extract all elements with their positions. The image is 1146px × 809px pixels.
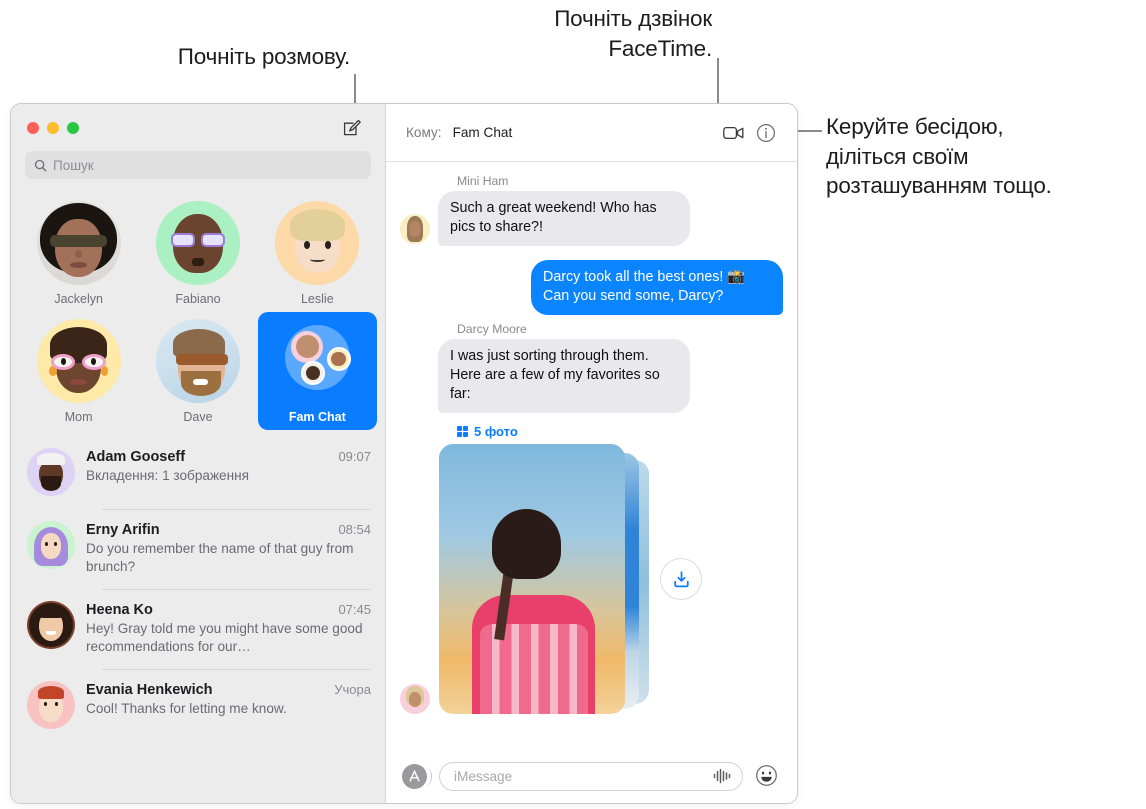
conversation-name: Adam Gooseff xyxy=(86,449,186,465)
search-icon xyxy=(34,159,47,171)
message-composer: iMessage xyxy=(386,749,797,803)
pinned-item-jackelyn[interactable]: Jackelyn xyxy=(19,194,138,312)
conversation-name: Erny Arifin xyxy=(86,522,160,538)
avatar-erny-arifin xyxy=(27,521,75,569)
pinned-label: Jackelyn xyxy=(54,292,103,306)
message-row-outgoing: Darcy took all the best ones! 📸 Can you … xyxy=(400,260,783,315)
conversation-row-evania-henkewich[interactable]: Evania Henkewich Учора Cool! Thanks for … xyxy=(11,669,385,742)
facetime-icon[interactable] xyxy=(721,120,747,146)
attachment-label: 5 фото xyxy=(474,424,518,439)
conversation-time: 07:45 xyxy=(338,602,371,618)
pinned-label: Dave xyxy=(183,410,213,424)
conversation-name: Evania Henkewich xyxy=(86,682,213,699)
conversation-time: 08:54 xyxy=(338,522,371,537)
pinned-item-dave[interactable]: Dave xyxy=(138,312,257,430)
search-container: Пошук xyxy=(11,151,385,190)
close-button[interactable] xyxy=(27,121,39,134)
download-button[interactable] xyxy=(660,558,702,600)
avatar-dave xyxy=(155,319,240,403)
pinned-label: Mom xyxy=(64,410,93,424)
to-recipient[interactable]: Fam Chat xyxy=(453,125,513,140)
callout-start-conversation: Почніть розмову. xyxy=(177,44,350,69)
avatar-adam-gooseff xyxy=(27,448,75,496)
conversation-row-heena-ko[interactable]: Heena Ko 07:45 Hey! Gray told me you mig… xyxy=(11,589,385,669)
conversation-header: Кому: Fam Chat xyxy=(386,104,797,162)
message-bubble[interactable]: I was just sorting through them. Here ar… xyxy=(438,339,690,413)
conversation-time: Учора xyxy=(334,682,371,698)
avatar-darcy-moore xyxy=(400,684,430,714)
title-bar xyxy=(11,104,385,151)
conversation-pane: Кому: Fam Chat Mini Ham Such a great wee… xyxy=(386,104,797,803)
pinned-item-fam-chat[interactable]: Fam Chat xyxy=(257,312,377,430)
imessage-placeholder: iMessage xyxy=(454,768,513,784)
photo-stack[interactable] xyxy=(439,444,651,718)
conversation-preview: Вкладення: 1 зображення xyxy=(86,468,249,483)
info-circle-icon[interactable] xyxy=(753,120,779,146)
photo-thumbnail-front xyxy=(439,444,625,714)
callout-manage: Керуйте бесідою, діліться своїм розташув… xyxy=(826,114,1052,199)
conversation-row-adam-gooseff[interactable]: Adam Gooseff 09:07 Вкладення: 1 зображен… xyxy=(11,436,385,509)
smiley-icon[interactable] xyxy=(755,764,779,788)
pinned-item-fabiano[interactable]: Fabiano xyxy=(138,194,257,312)
conversation-row-erny-arifin[interactable]: Erny Arifin 08:54 Do you remember the na… xyxy=(11,509,385,589)
minimize-button[interactable] xyxy=(47,121,59,134)
avatar-fabiano xyxy=(155,201,240,285)
pinned-conversations-grid: Jackelyn Fabiano Leslie Mom Dave Fam Cha… xyxy=(11,190,385,436)
sidebar: Пошук Jackelyn Fabiano Leslie Mom Dave F… xyxy=(11,104,386,803)
avatar-evania-henkewich xyxy=(27,681,75,730)
avatar-heena-ko xyxy=(27,601,75,650)
avatar-leslie xyxy=(275,201,360,285)
message-bubble[interactable]: Darcy took all the best ones! 📸 Can you … xyxy=(531,260,783,315)
audio-waveform-icon[interactable] xyxy=(712,768,732,784)
message-thread: Mini Ham Such a great weekend! Who has p… xyxy=(386,162,797,749)
conversation-preview: Hey! Gray told me you might have some go… xyxy=(86,621,363,655)
zoom-button[interactable] xyxy=(67,121,79,134)
attachment-row xyxy=(400,444,783,718)
download-icon xyxy=(673,570,689,587)
imessage-input[interactable]: iMessage xyxy=(439,761,743,791)
attachment-photo-count[interactable]: 5 фото xyxy=(457,424,783,439)
callout-facetime: Почніть дзвінок FaceTime. xyxy=(554,6,712,61)
avatar-fam-chat xyxy=(275,319,359,403)
screenshot-root: Почніть розмову. Почніть дзвінок FaceTim… xyxy=(0,0,1146,809)
avatar-mom xyxy=(36,319,121,403)
to-label: Кому: xyxy=(406,125,442,140)
message-sender: Mini Ham xyxy=(457,174,509,188)
message-sender: Darcy Moore xyxy=(457,322,527,336)
message-row-incoming: I was just sorting through them. Here ar… xyxy=(400,339,783,413)
message-row-incoming: Such a great weekend! Who has pics to sh… xyxy=(400,191,783,246)
conversation-list: Adam Gooseff 09:07 Вкладення: 1 зображен… xyxy=(11,436,385,803)
traffic-lights xyxy=(27,121,79,134)
messages-window: Пошук Jackelyn Fabiano Leslie Mom Dave F… xyxy=(10,103,798,804)
conversation-time: 09:07 xyxy=(338,449,371,464)
avatar-mini-ham xyxy=(400,214,430,244)
search-input[interactable]: Пошук xyxy=(25,151,371,179)
pinned-label: Fabiano xyxy=(175,292,221,306)
pinned-label: Leslie xyxy=(300,292,334,306)
pinned-item-leslie[interactable]: Leslie xyxy=(258,194,377,312)
grid-icon xyxy=(457,426,468,437)
pinned-label: Fam Chat xyxy=(288,410,346,424)
pinned-item-mom[interactable]: Mom xyxy=(19,312,138,430)
search-placeholder: Пошук xyxy=(53,157,94,173)
conversation-name: Heena Ko xyxy=(86,602,153,619)
conversation-preview: Do you remember the name of that guy fro… xyxy=(86,541,354,575)
message-bubble[interactable]: Such a great weekend! Who has pics to sh… xyxy=(438,191,690,246)
app-store-icon[interactable] xyxy=(402,763,432,789)
avatar-jackelyn xyxy=(36,201,121,285)
conversation-preview: Cool! Thanks for letting me know. xyxy=(86,701,287,717)
compose-icon[interactable] xyxy=(341,117,363,139)
